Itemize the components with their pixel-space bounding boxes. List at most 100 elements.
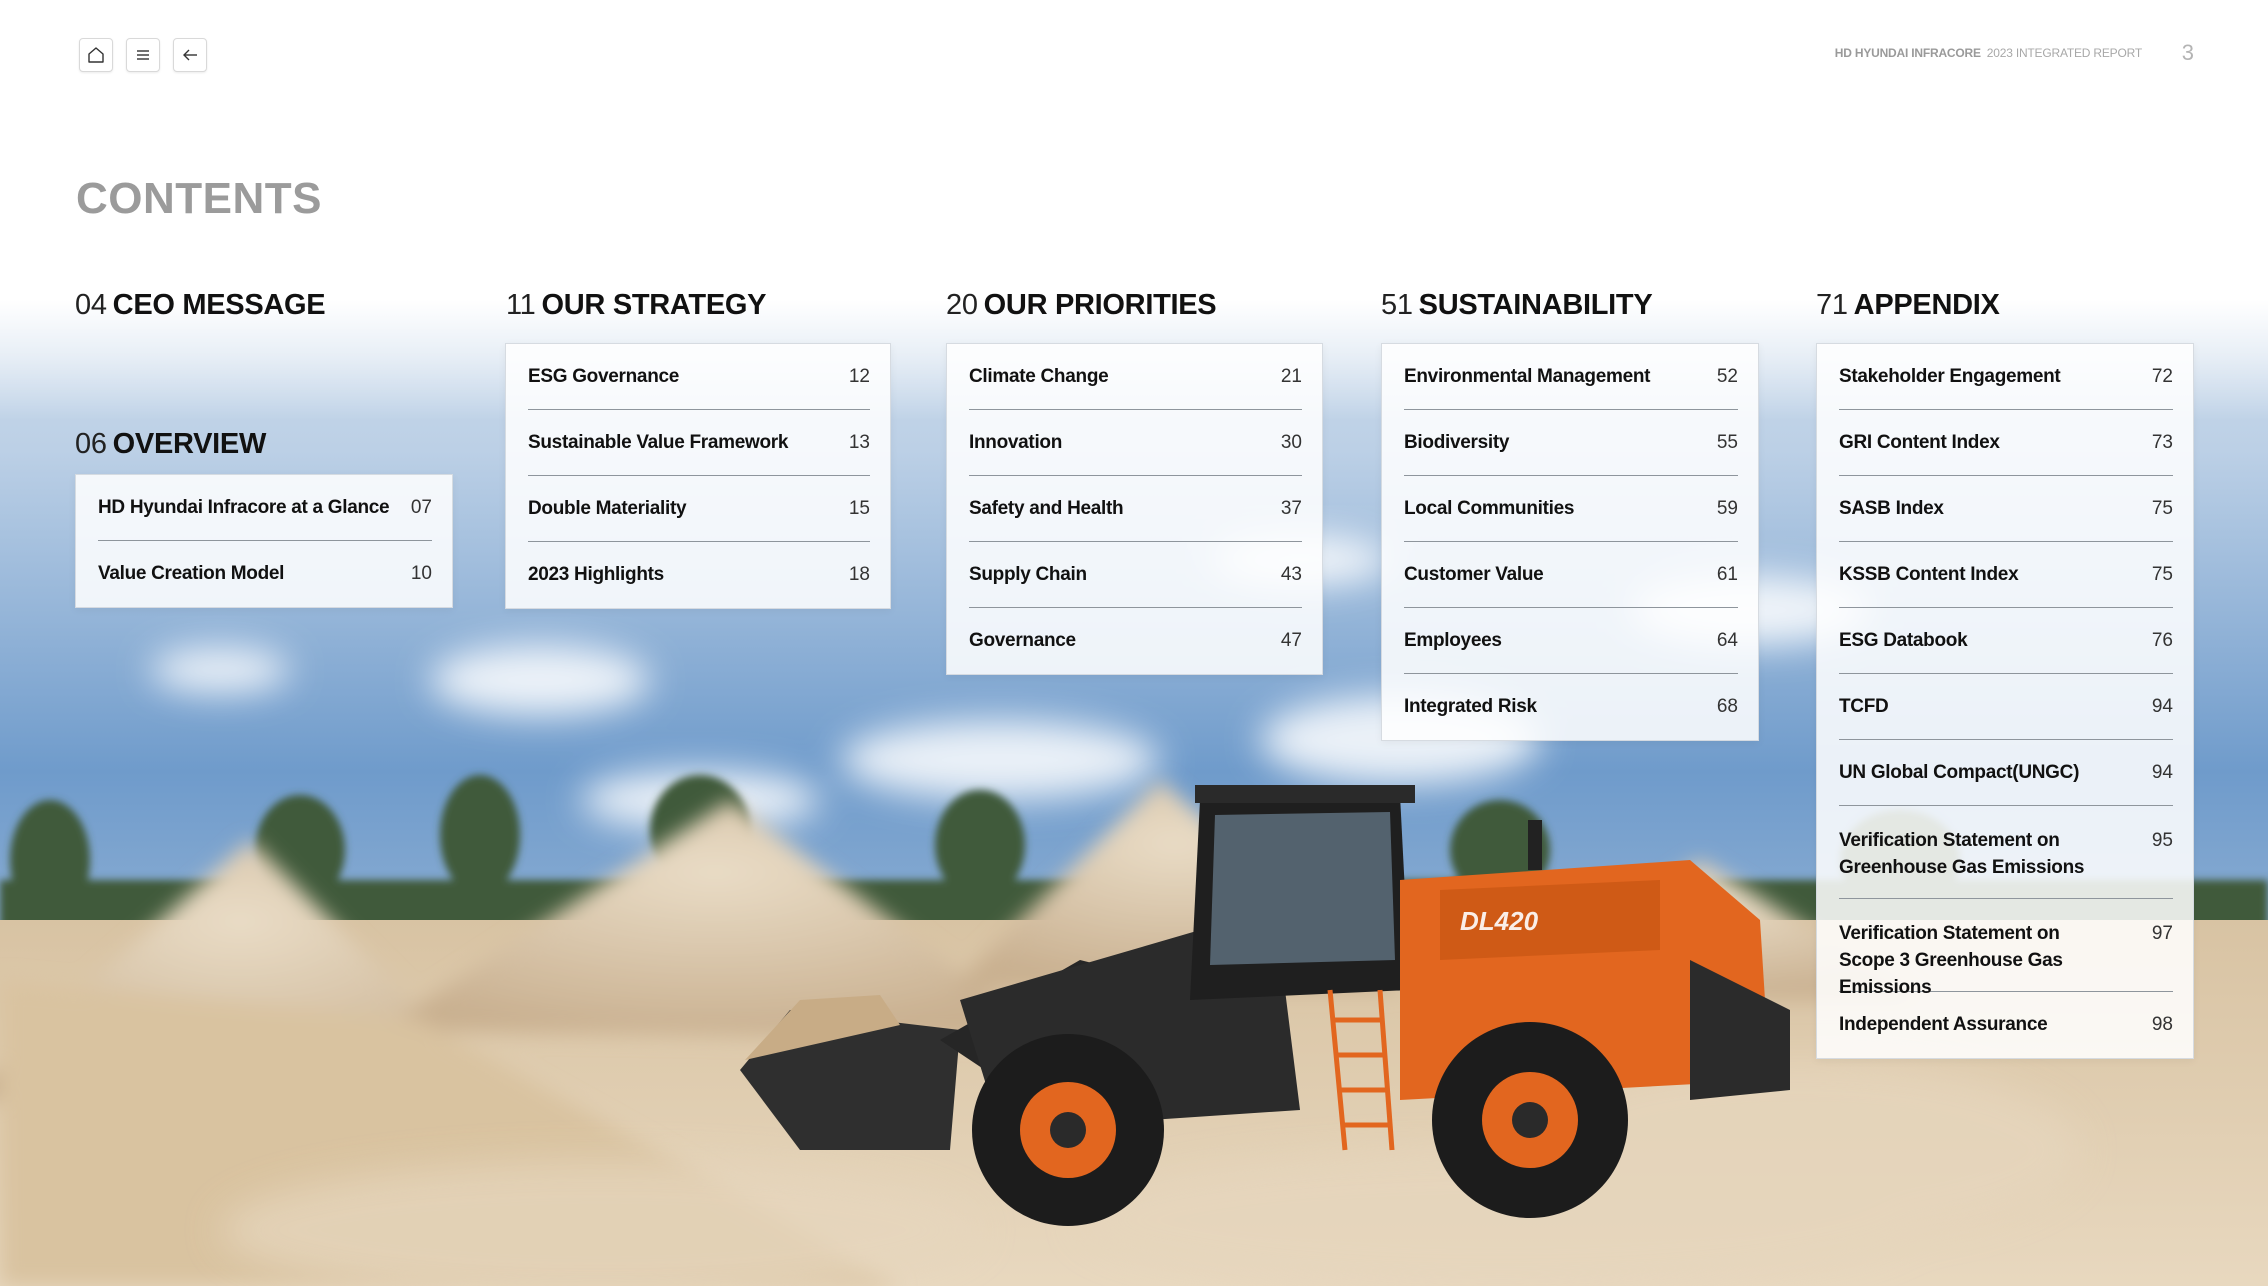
toc-item[interactable]: ESG Databook 76 — [1839, 608, 2173, 674]
overview-panel: HD Hyundai Infracore at a Glance 07 Valu… — [75, 474, 453, 608]
toc-item[interactable]: Employees 64 — [1404, 608, 1738, 674]
toc-item[interactable]: TCFD 94 — [1839, 674, 2173, 740]
toc-item[interactable]: Integrated Risk 68 — [1404, 674, 1738, 740]
toc-item[interactable]: Independent Assurance 98 — [1839, 992, 2173, 1058]
sustainability-panel: Environmental Management 52 Biodiversity… — [1381, 343, 1759, 741]
toc-item-label: Climate Change — [969, 365, 1109, 387]
toc-item[interactable]: ESG Governance 12 — [528, 344, 870, 410]
back-arrow-icon — [183, 49, 197, 61]
section-number: 20 — [946, 289, 978, 321]
toc-item-label: Local Communities — [1404, 497, 1575, 519]
toc-item-label: Stakeholder Engagement — [1839, 365, 2061, 387]
toc-item-page: 55 — [1716, 431, 1738, 453]
toc-item-label: UN Global Compact(UNGC) — [1839, 761, 2080, 783]
toc-item[interactable]: UN Global Compact(UNGC) 94 — [1839, 740, 2173, 806]
section-number: 11 — [506, 289, 536, 321]
toc-item-page: 59 — [1716, 497, 1738, 519]
toc-item-label: SASB Index — [1839, 497, 1944, 519]
toc-item-page: 12 — [848, 365, 870, 387]
toc-item[interactable]: Supply Chain 43 — [969, 542, 1302, 608]
toc-item-label: Sustainable Value Framework — [528, 431, 789, 453]
menu-button[interactable] — [126, 38, 160, 72]
our-strategy-panel: ESG Governance 12 Sustainable Value Fram… — [505, 343, 891, 609]
page-number: 3 — [2181, 40, 2194, 65]
toc-item-page: 43 — [1280, 563, 1302, 585]
toc-item-label: HD Hyundai Infracore at a Glance — [98, 496, 390, 518]
toc-item[interactable]: KSSB Content Index 75 — [1839, 542, 2173, 608]
toc-item-label: TCFD — [1839, 695, 1889, 717]
toc-item-label: Biodiversity — [1404, 431, 1510, 453]
toc-item[interactable]: Safety and Health 37 — [969, 476, 1302, 542]
report-header: HD HYUNDAI INFRACORE 2023 INTEGRATED REPO… — [1835, 46, 2142, 60]
section-ceo-message[interactable]: 04 CEO MESSAGE — [75, 289, 326, 322]
toc-item[interactable]: Biodiversity 55 — [1404, 410, 1738, 476]
toc-item[interactable]: Customer Value 61 — [1404, 542, 1738, 608]
section-number: 71 — [1816, 289, 1848, 321]
toc-item-page: 98 — [2151, 1014, 2173, 1035]
company-name: HD HYUNDAI INFRACORE — [1834, 46, 1981, 60]
toc-item-label: Value Creation Model — [98, 563, 285, 584]
toc-item[interactable]: Double Materiality 15 — [528, 476, 870, 542]
toc-item-label: Verification Statement on Scope 3 Greenh… — [1839, 923, 2063, 998]
toc-item-label: KSSB Content Index — [1839, 563, 2019, 585]
toc-item-label: Innovation — [969, 431, 1063, 453]
section-sustainability[interactable]: 51 SUSTAINABILITY — [1381, 289, 1653, 322]
toc-item[interactable]: HD Hyundai Infracore at a Glance 07 — [98, 475, 432, 541]
toc-item-page: 10 — [410, 563, 432, 584]
toc-item-label: GRI Content Index — [1839, 431, 2000, 453]
section-title: APPENDIX — [1853, 289, 2000, 321]
toc-item[interactable]: 2023 Highlights 18 — [528, 542, 870, 608]
section-overview[interactable]: 06 OVERVIEW — [75, 428, 266, 461]
toc-item-label: Employees — [1404, 629, 1502, 651]
toc-item-label: Governance — [969, 630, 1076, 651]
section-our-priorities[interactable]: 20 OUR PRIORITIES — [946, 289, 1217, 322]
toc-item-label: Safety and Health — [969, 497, 1124, 519]
toc-item[interactable]: GRI Content Index 73 — [1839, 410, 2173, 476]
section-title: OUR PRIORITIES — [983, 289, 1217, 321]
back-button[interactable] — [173, 38, 207, 72]
toc-item-label: Double Materiality — [528, 497, 687, 519]
section-appendix[interactable]: 71 APPENDIX — [1816, 289, 2000, 322]
section-title: CEO MESSAGE — [112, 289, 326, 321]
toc-item-page: 37 — [1280, 497, 1302, 519]
toc-item-page: 64 — [1716, 629, 1738, 651]
toc-item[interactable]: Innovation 30 — [969, 410, 1302, 476]
toc-item-page: 95 — [2151, 830, 2173, 851]
svg-text:DL420: DL420 — [1460, 906, 1539, 936]
toc-item-page: 07 — [410, 496, 432, 518]
report-name: 2023 INTEGRATED REPORT — [1986, 46, 2142, 60]
our-priorities-panel: Climate Change 21 Innovation 30 Safety a… — [946, 343, 1323, 675]
home-icon — [88, 47, 104, 63]
toc-item-page: 94 — [2151, 761, 2173, 783]
toc-item[interactable]: Verification Statement on Scope 3 Greenh… — [1839, 899, 2173, 998]
toc-item[interactable]: Governance 47 — [969, 608, 1302, 674]
section-number: 06 — [75, 428, 107, 460]
toc-item-label: Environmental Management — [1404, 365, 1651, 387]
toc-item[interactable]: Climate Change 21 — [969, 344, 1302, 410]
toc-item-page: 47 — [1280, 630, 1302, 651]
toc-item[interactable]: Environmental Management 52 — [1404, 344, 1738, 410]
toc-item[interactable]: Sustainable Value Framework 13 — [528, 410, 870, 476]
toc-item-label: 2023 Highlights — [528, 564, 664, 585]
toc-item[interactable]: Local Communities 59 — [1404, 476, 1738, 542]
toc-item[interactable]: Stakeholder Engagement 72 — [1839, 344, 2173, 410]
section-title: OUR STRATEGY — [541, 289, 767, 321]
section-our-strategy[interactable]: 11 OUR STRATEGY — [506, 289, 766, 322]
toc-item-page: 61 — [1716, 563, 1738, 585]
toc-item[interactable]: Verification Statement on Greenhouse Gas… — [1839, 806, 2173, 899]
home-button[interactable] — [79, 38, 113, 72]
toc-item[interactable]: SASB Index 75 — [1839, 476, 2173, 542]
contents-title: CONTENTS — [76, 174, 322, 223]
toc-item-page: 73 — [2151, 431, 2173, 453]
toc-item-page: 76 — [2151, 629, 2173, 651]
toc-item-page: 15 — [848, 497, 870, 519]
toc-item-label: ESG Governance — [528, 365, 680, 387]
section-number: 51 — [1381, 289, 1413, 321]
toc-item-label: Supply Chain — [969, 563, 1087, 585]
toc-item-page: 18 — [848, 564, 870, 585]
toc-item-page: 97 — [2151, 923, 2173, 944]
toc-item[interactable]: Value Creation Model 10 — [98, 541, 432, 607]
section-title: OVERVIEW — [112, 428, 267, 460]
toc-item-page: 21 — [1280, 365, 1302, 387]
toc-item-page: 13 — [848, 431, 870, 453]
